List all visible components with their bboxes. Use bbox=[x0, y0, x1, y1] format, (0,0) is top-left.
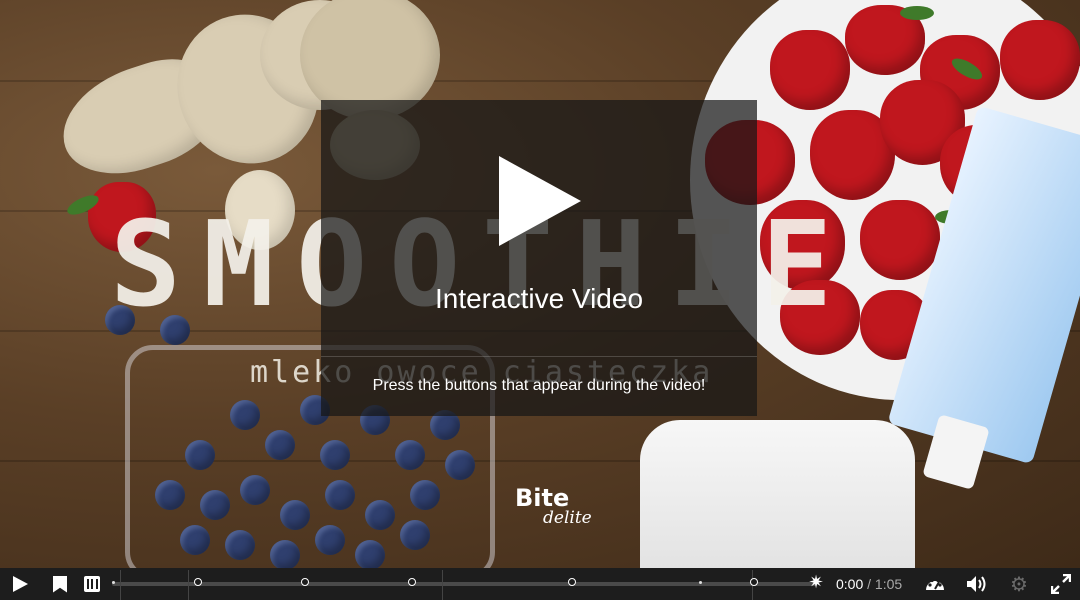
volume-button[interactable] bbox=[960, 568, 994, 600]
play-button[interactable] bbox=[2, 568, 38, 600]
logo-line-2: delite bbox=[543, 507, 592, 528]
blueberry bbox=[240, 475, 270, 505]
progress-bar[interactable] bbox=[112, 570, 817, 600]
blueberry bbox=[445, 450, 475, 480]
dialog-title: Interactive Video bbox=[434, 283, 644, 314]
progress-divider bbox=[188, 570, 189, 600]
strawberry bbox=[860, 200, 940, 280]
interactive-video-player: SMOOTHIE mleko owoce ciasteczka Bite del… bbox=[0, 0, 1080, 600]
time-display: 0:00 / 1:05 bbox=[836, 568, 902, 600]
blueberry bbox=[185, 440, 215, 470]
strawberry bbox=[1000, 20, 1080, 100]
progress-divider bbox=[120, 570, 121, 600]
blueberry bbox=[270, 540, 300, 570]
time-separator: / bbox=[867, 576, 872, 592]
blueberry bbox=[200, 490, 230, 520]
blueberry bbox=[155, 480, 185, 510]
play-icon bbox=[12, 576, 28, 592]
big-play-icon[interactable] bbox=[499, 156, 581, 246]
dialog-description: Press the buttons that appear during the… bbox=[372, 377, 706, 394]
blueberry bbox=[230, 400, 260, 430]
fullscreen-button[interactable] bbox=[1044, 568, 1078, 600]
bookmarks-button[interactable] bbox=[44, 568, 76, 600]
control-bar: ✷ 0:00 / 1:05 ⚙ bbox=[0, 568, 1080, 600]
volume-icon bbox=[967, 576, 986, 592]
interaction-marker[interactable] bbox=[750, 578, 758, 586]
start-screen-dialog: Interactive Video Press the buttons that… bbox=[321, 100, 757, 416]
blueberry bbox=[325, 480, 355, 510]
blueberry bbox=[410, 480, 440, 510]
interaction-marker[interactable] bbox=[408, 578, 416, 586]
playback-rate-button[interactable] bbox=[918, 568, 952, 600]
strawberry-leaf bbox=[900, 6, 934, 20]
blueberry bbox=[320, 440, 350, 470]
blueberry bbox=[395, 440, 425, 470]
settings-icon: ⚙ bbox=[1010, 573, 1028, 596]
strawberry bbox=[770, 30, 850, 110]
progress-divider bbox=[442, 570, 443, 600]
blueberry bbox=[180, 525, 210, 555]
chapters-button[interactable] bbox=[76, 568, 108, 600]
blueberry bbox=[280, 500, 310, 530]
interaction-dot[interactable] bbox=[699, 581, 702, 584]
star-icon[interactable]: ✷ bbox=[806, 572, 826, 592]
blueberry bbox=[225, 530, 255, 560]
quality-icon bbox=[926, 578, 944, 590]
current-time: 0:00 bbox=[836, 576, 864, 592]
blueberry bbox=[315, 525, 345, 555]
chapters-icon bbox=[84, 576, 100, 592]
bookmark-icon bbox=[53, 575, 67, 593]
blueberry bbox=[400, 520, 430, 550]
duration: 1:05 bbox=[874, 576, 903, 592]
logo-line-1: Bite bbox=[515, 484, 570, 512]
settings-button[interactable]: ⚙ bbox=[1002, 568, 1036, 600]
progress-handle[interactable] bbox=[112, 581, 115, 584]
blueberry bbox=[365, 500, 395, 530]
interaction-marker[interactable] bbox=[301, 578, 309, 586]
interaction-marker[interactable] bbox=[194, 578, 202, 586]
blueberry bbox=[355, 540, 385, 570]
fullscreen-icon bbox=[1051, 574, 1071, 594]
blueberry bbox=[265, 430, 295, 460]
dialog-divider bbox=[321, 356, 757, 357]
brand-logo: Bite delite bbox=[515, 484, 592, 528]
interaction-marker[interactable] bbox=[568, 578, 576, 586]
